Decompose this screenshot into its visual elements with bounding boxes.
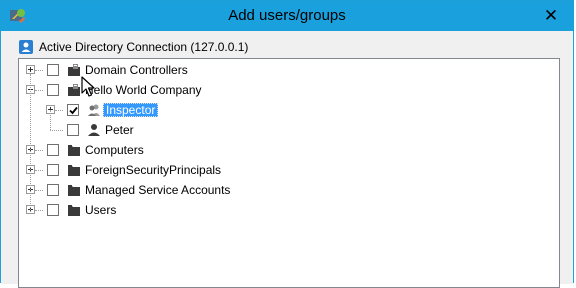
folder-icon	[67, 183, 81, 197]
tree-item-checkbox[interactable]	[47, 204, 59, 216]
title-bar[interactable]: Add users/groups ✕	[1, 1, 573, 31]
directory-tree[interactable]: Domain Controllers Hello World Company Ins…	[18, 58, 560, 288]
tree-item[interactable]: Computers	[19, 140, 559, 160]
tree-item-checkbox[interactable]	[47, 184, 59, 196]
connection-header: Active Directory Connection (127.0.0.1)	[19, 39, 248, 55]
tree-item-checkbox[interactable]	[47, 64, 59, 76]
tree-connector-line	[35, 190, 43, 191]
tree-item[interactable]: Peter	[19, 120, 559, 140]
tree-item[interactable]: Inspector	[19, 100, 559, 120]
tree-item-label: Managed Service Accounts	[85, 183, 231, 197]
tree-connector-line	[35, 210, 43, 211]
tree-connector-line	[30, 74, 31, 214]
tree-item[interactable]: Domain Controllers	[19, 60, 559, 80]
folder-icon	[67, 163, 81, 177]
tree-connector-line	[50, 110, 51, 130]
tree-item[interactable]: Users	[19, 200, 559, 220]
container-icon	[67, 83, 81, 97]
tree-item-checkbox[interactable]	[47, 144, 59, 156]
active-directory-icon	[19, 40, 33, 54]
tree-item[interactable]: ForeignSecurityPrincipals	[19, 160, 559, 180]
tree-item-label: Users	[85, 203, 117, 217]
tree-connector-line	[35, 90, 43, 91]
tree-item[interactable]: Managed Service Accounts	[19, 180, 559, 200]
close-icon[interactable]: ✕	[537, 1, 565, 31]
tree-item-checkbox[interactable]	[47, 164, 59, 176]
tree-connector-line	[35, 150, 43, 151]
expand-icon[interactable]	[26, 65, 35, 74]
tree-item-label: Domain Controllers	[85, 63, 188, 77]
tree-item[interactable]: Hello World Company	[19, 80, 559, 100]
tree-item-label: Computers	[85, 143, 144, 157]
window-title: Add users/groups	[228, 7, 346, 24]
tree-item-checkbox[interactable]	[47, 84, 59, 96]
tree-connector-line	[35, 170, 43, 171]
tree-item-label: Peter	[105, 123, 134, 137]
dialog-content: Active Directory Connection (127.0.0.1) …	[1, 31, 573, 288]
tree-item-label: Hello World Company	[85, 83, 202, 97]
folder-icon	[67, 143, 81, 157]
tree-item-checkbox[interactable]	[67, 124, 79, 136]
tree-connector-line	[50, 130, 63, 131]
connection-label: Active Directory Connection (127.0.0.1)	[39, 40, 249, 54]
container-icon	[67, 63, 81, 77]
tree-item-label: ForeignSecurityPrincipals	[85, 163, 222, 177]
folder-icon	[67, 203, 81, 217]
mouse-cursor-icon	[81, 76, 95, 97]
group-icon	[87, 103, 101, 117]
user-icon	[87, 123, 101, 137]
tree-item-checkbox[interactable]	[67, 104, 79, 116]
tree-item-label: Inspector	[103, 103, 159, 117]
tree-connector-line	[35, 70, 43, 71]
add-users-groups-dialog: Add users/groups ✕ Active Directory Conn…	[0, 0, 574, 288]
tree-connector-line	[55, 110, 63, 111]
